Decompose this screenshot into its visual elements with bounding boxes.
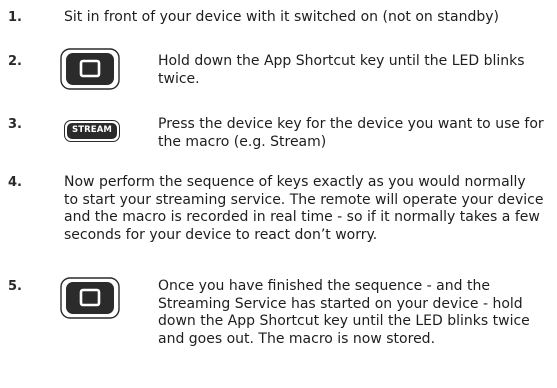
app-shortcut-key-icon [60, 277, 120, 319]
step-text: Press the device key for the device you … [158, 116, 544, 150]
step-number: 3. [8, 117, 22, 132]
step-number: 1. [8, 10, 22, 25]
step-number: 2. [8, 54, 22, 69]
stream-key-icon: STREAM [64, 120, 120, 142]
step-text: Now perform the sequence of keys exactly… [64, 174, 544, 243]
step-number: 5. [8, 279, 22, 294]
stream-key-label: STREAM [67, 123, 117, 139]
instruction-page: 1. Sit in front of your device with it s… [0, 0, 557, 388]
app-shortcut-key-icon [60, 48, 120, 90]
step-text: Hold down the App Shortcut key until the… [158, 53, 525, 87]
step-text: Once you have finished the sequence - an… [158, 278, 530, 347]
step-number: 4. [8, 175, 22, 190]
step-text: Sit in front of your device with it swit… [64, 9, 499, 25]
